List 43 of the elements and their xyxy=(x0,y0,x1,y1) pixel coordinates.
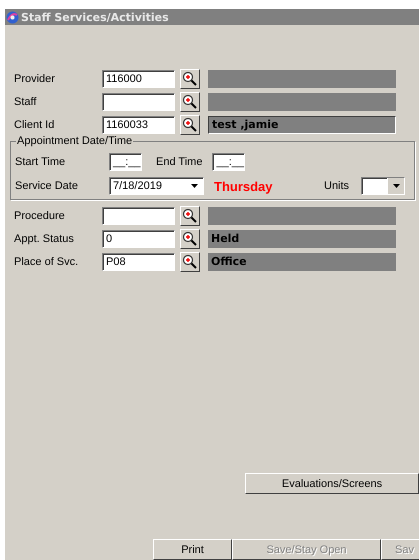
field-label: Service Date xyxy=(14,180,79,192)
action-button[interactable]: Print xyxy=(153,539,232,560)
weekday-text: Thursday xyxy=(214,178,274,194)
end-time-field[interactable]: __:__ xyxy=(212,153,246,171)
input-field[interactable] xyxy=(102,207,175,225)
field-label: Client Id xyxy=(13,119,56,131)
search-icon xyxy=(182,71,198,87)
search-icon xyxy=(182,94,198,110)
search-button[interactable] xyxy=(180,206,200,226)
field-label: Provider xyxy=(13,73,56,85)
field-label: Units xyxy=(324,180,350,192)
input-field[interactable]: 1160033 xyxy=(102,116,175,134)
field-label: End Time xyxy=(156,156,202,168)
search-button[interactable] xyxy=(180,229,200,249)
evaluations-button[interactable]: Evaluations/Screens xyxy=(245,473,419,494)
description-field: Office xyxy=(208,253,396,271)
search-icon xyxy=(182,254,198,270)
field-label: Start Time xyxy=(14,156,66,168)
search-button[interactable] xyxy=(180,252,200,272)
input-field[interactable]: 0 xyxy=(102,230,175,248)
start-time-field[interactable]: __:__ xyxy=(109,153,142,171)
dropdown-arrow-icon xyxy=(191,184,198,188)
description-field: Held xyxy=(208,230,396,248)
search-button[interactable] xyxy=(180,115,200,135)
field-label: Place of Svc. xyxy=(13,256,80,268)
description-field: test ,jamie xyxy=(208,116,396,134)
search-icon xyxy=(182,208,198,224)
field-label: Procedure xyxy=(13,210,66,222)
field-label: Staff xyxy=(13,96,38,108)
search-icon xyxy=(182,231,198,247)
units-dropdown[interactable] xyxy=(361,177,406,195)
search-button[interactable] xyxy=(180,69,200,89)
input-field[interactable]: 116000 xyxy=(102,70,175,88)
input-field[interactable] xyxy=(102,93,175,111)
app-icon xyxy=(6,10,19,24)
search-icon xyxy=(182,117,198,133)
group-title: Appointment Date/Time xyxy=(16,135,134,147)
date-dropdown[interactable]: 7/18/2019 xyxy=(109,177,204,195)
dropdown-arrow-icon xyxy=(392,184,400,188)
search-button[interactable] xyxy=(180,92,200,112)
window-title: Staff Services/Activities xyxy=(21,10,169,24)
field-label: Appt. Status xyxy=(13,233,75,245)
input-field[interactable]: P08 xyxy=(102,253,175,271)
